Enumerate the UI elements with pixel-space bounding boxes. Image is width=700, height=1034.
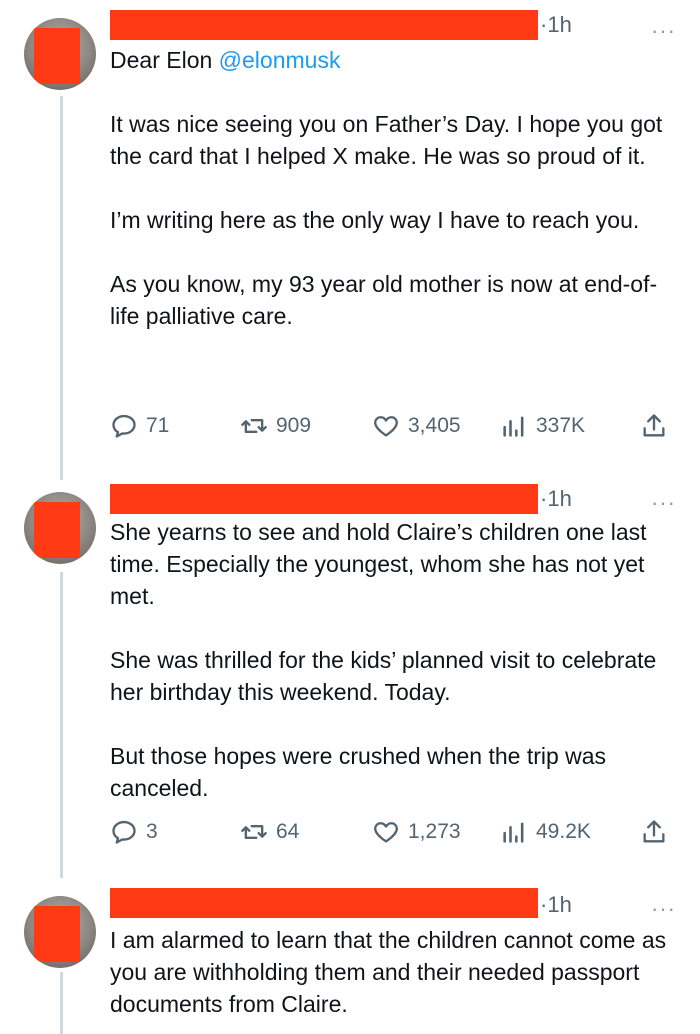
timestamp[interactable]: ·1h xyxy=(540,10,572,40)
like-count: 3,405 xyxy=(408,414,461,437)
tweet-paragraph: But those hopes were crushed when the tr… xyxy=(110,743,613,801)
repost-button[interactable]: 64 xyxy=(240,816,299,848)
views-button[interactable]: 337K xyxy=(500,410,585,442)
tweet-paragraph: Dear Elon @elonmusk xyxy=(110,44,680,76)
tweet-text: I am alarmed to learn that the children … xyxy=(110,924,680,1020)
redaction-box xyxy=(34,28,80,84)
reply-button[interactable]: 71 xyxy=(110,410,169,442)
timestamp[interactable]: ·1h xyxy=(540,890,572,920)
share-button[interactable] xyxy=(640,816,668,848)
tweet-text: She yearns to see and hold Claire’s chil… xyxy=(110,516,680,804)
action-bar: 71 909 3,405 337K xyxy=(110,410,675,442)
timestamp[interactable]: ·1h xyxy=(540,484,572,514)
mention-link[interactable]: @elonmusk xyxy=(219,47,341,73)
time-label: 1h xyxy=(547,486,572,511)
avatar[interactable] xyxy=(24,18,96,90)
tweet-paragraph: It was nice seeing you on Father’s Day. … xyxy=(110,111,669,169)
reply-count: 71 xyxy=(146,414,170,437)
views-icon xyxy=(503,416,524,437)
repost-button[interactable]: 909 xyxy=(240,410,311,442)
views-icon xyxy=(503,822,524,843)
author-name-redacted xyxy=(110,888,538,918)
redaction-box xyxy=(34,502,80,558)
share-icon xyxy=(643,414,665,437)
time-label: 1h xyxy=(547,12,572,37)
view-count: 49.2K xyxy=(536,820,591,843)
avatar[interactable] xyxy=(24,896,96,968)
more-options-icon[interactable]: ··· xyxy=(651,492,676,514)
tweet-paragraph: She yearns to see and hold Claire’s chil… xyxy=(110,519,653,609)
author-name-redacted xyxy=(110,10,538,40)
avatar[interactable] xyxy=(24,492,96,564)
repost-count: 64 xyxy=(276,820,300,843)
time-label: 1h xyxy=(547,892,572,917)
more-options-icon[interactable]: ··· xyxy=(651,20,676,42)
reply-count: 3 xyxy=(146,820,158,843)
more-options-icon[interactable]: ··· xyxy=(651,898,676,920)
reply-icon xyxy=(112,414,136,438)
author-name-redacted xyxy=(110,484,538,514)
reply-button[interactable]: 3 xyxy=(110,816,158,848)
like-button[interactable]: 1,273 xyxy=(372,816,461,848)
tweet-paragraph: She was thrilled for the kids’ planned v… xyxy=(110,647,663,705)
tweet[interactable]: ·1h ··· Dear Elon @elonmusk It was nice … xyxy=(0,0,700,470)
repost-count: 909 xyxy=(276,414,312,437)
views-button[interactable]: 49.2K xyxy=(500,816,591,848)
view-count: 337K xyxy=(536,414,586,437)
repost-icon xyxy=(241,419,267,433)
tweet[interactable]: ·1h ··· She yearns to see and hold Clair… xyxy=(0,476,700,876)
tweet-paragraph: I’m writing here as the only way I have … xyxy=(110,207,640,233)
redaction-box xyxy=(34,906,80,962)
repost-icon xyxy=(241,825,267,839)
heart-icon xyxy=(374,416,398,437)
tweet-text: Dear Elon @elonmusk It was nice seeing y… xyxy=(110,44,680,332)
tweet-paragraph: I am alarmed to learn that the children … xyxy=(110,927,673,1017)
share-icon xyxy=(643,820,665,843)
heart-icon xyxy=(374,822,398,843)
tweet-paragraph: As you know, my 93 year old mother is no… xyxy=(110,271,658,329)
like-count: 1,273 xyxy=(408,820,461,843)
reply-icon xyxy=(112,820,136,844)
tweet[interactable]: ·1h ··· I am alarmed to learn that the c… xyxy=(0,880,700,1034)
like-button[interactable]: 3,405 xyxy=(372,410,461,442)
greeting: Dear Elon xyxy=(110,47,219,73)
share-button[interactable] xyxy=(640,410,668,442)
action-bar: 3 64 1,273 49.2K xyxy=(110,816,675,848)
